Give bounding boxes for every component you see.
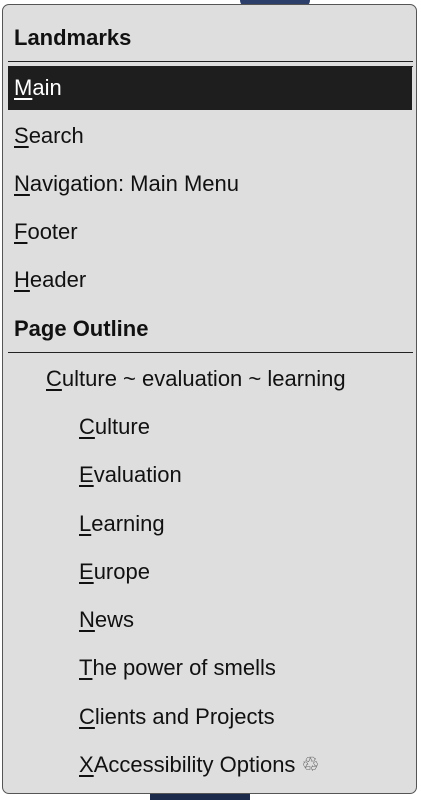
item-label: eader (29, 267, 87, 292)
access-key: F (14, 219, 28, 244)
page-outline-heading: Page Outline (14, 316, 149, 341)
landmark-item-search[interactable]: Search (14, 114, 84, 158)
item-label: ooter (27, 219, 78, 244)
access-key: E (79, 559, 94, 584)
access-key: E (79, 462, 94, 487)
landmark-item-header[interactable]: Header (14, 258, 86, 302)
outline-item-accessibility-options[interactable]: X Accessibility Options ♲ (79, 743, 319, 787)
landmarks-menu-panel: Landmarks Main Search Navigation: Main M… (2, 4, 417, 794)
recycle-icon: ♲ (301, 754, 320, 776)
outline-item-learning[interactable]: Learning (79, 502, 165, 546)
item-label: he power of smells (92, 655, 276, 680)
landmarks-heading: Landmarks (14, 25, 132, 50)
item-label: ain (32, 75, 62, 100)
outline-item-europe[interactable]: Europe (79, 550, 150, 594)
access-key: C (46, 366, 62, 391)
item-label: lients and Projects (94, 704, 275, 729)
access-key: N (14, 171, 30, 196)
access-key: C (79, 414, 95, 439)
item-label: earning (91, 511, 165, 536)
access-key: C (79, 704, 95, 729)
item-label: avigation: Main Menu (29, 171, 240, 196)
outline-item-culture[interactable]: Culture (79, 405, 150, 449)
access-key: X (79, 752, 94, 777)
landmark-item-footer[interactable]: Footer (14, 210, 78, 254)
landmark-item-main[interactable]: Main (8, 66, 412, 110)
outline-item-the-power-of-smells[interactable]: The power of smells (79, 646, 276, 690)
item-label: urope (93, 559, 150, 584)
outline-divider (8, 352, 413, 353)
item-label: earch (28, 123, 84, 148)
access-key: T (79, 655, 93, 680)
item-label: ulture (94, 414, 150, 439)
access-key: L (79, 511, 92, 536)
item-label: ews (94, 607, 135, 632)
item-label: ulture ~ evaluation ~ learning (61, 366, 346, 391)
outline-item-news[interactable]: News (79, 598, 134, 642)
access-key: N (79, 607, 95, 632)
access-key: H (14, 267, 30, 292)
item-label: Accessibility Options (93, 752, 296, 777)
item-label: valuation (93, 462, 182, 487)
access-key: M (14, 75, 33, 100)
access-key: S (14, 123, 29, 148)
outline-item-clients-and-projects[interactable]: Clients and Projects (79, 695, 275, 739)
landmark-item-navigation[interactable]: Navigation: Main Menu (14, 162, 239, 206)
outline-item-evaluation[interactable]: Evaluation (79, 453, 182, 497)
outline-item-culture-evaluation-learning[interactable]: Culture ~ evaluation ~ learning (46, 357, 346, 401)
